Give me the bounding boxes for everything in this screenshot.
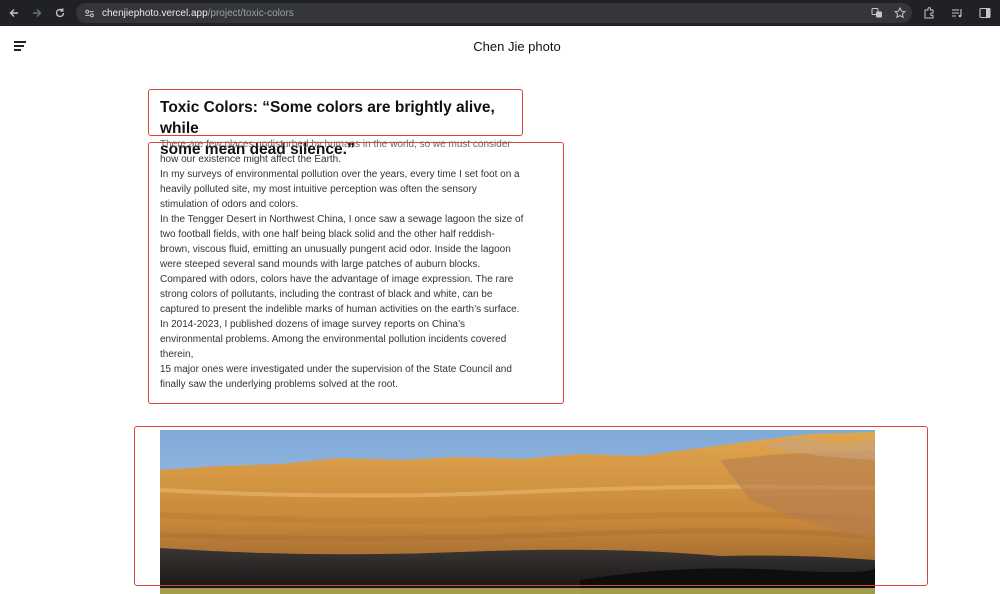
body-line: captured to present the indelible marks … xyxy=(160,304,520,315)
address-bar[interactable]: chenjiephoto.vercel.app/project/toxic-co… xyxy=(76,3,912,23)
extensions-icon[interactable] xyxy=(922,6,936,20)
body-line: stimulation of odors and colors. xyxy=(160,199,299,210)
forward-icon[interactable] xyxy=(28,4,46,22)
site-settings-icon[interactable] xyxy=(82,6,96,20)
body-line: environmental problems. Among the enviro… xyxy=(160,334,507,345)
article-body: There are few places undisturbed by huma… xyxy=(160,137,560,392)
body-line: In 2014-2023, I published dozens of imag… xyxy=(160,319,466,330)
body-line: were steeped several sand mounds with la… xyxy=(160,259,481,270)
translate-icon[interactable] xyxy=(870,6,883,19)
body-line: brown, viscous fluid, emitting an unusua… xyxy=(160,244,511,255)
url-text: chenjiephoto.vercel.app/project/toxic-co… xyxy=(102,8,294,19)
body-line: therein, xyxy=(160,349,194,360)
bookmark-star-icon[interactable] xyxy=(893,6,906,19)
body-line: Compared with odors, colors have the adv… xyxy=(160,274,514,285)
body-line: finally saw the underlying problems solv… xyxy=(160,379,398,390)
url-host: chenjiephoto.vercel.app xyxy=(102,7,208,19)
body-line: In the Tengger Desert in Northwest China… xyxy=(160,214,524,225)
body-line: two football fields, with one half being… xyxy=(160,229,495,240)
site-title[interactable]: Chen Jie photo xyxy=(0,39,1000,54)
reload-icon[interactable] xyxy=(51,4,69,22)
cliff-photo xyxy=(160,430,875,594)
media-icon[interactable] xyxy=(950,6,964,20)
body-line: how our existence might affect the Earth… xyxy=(160,154,342,165)
article-title-line-1: Toxic Colors: “Some colors are brightly … xyxy=(160,99,495,137)
body-line: There are few places undisturbed by huma… xyxy=(160,139,511,150)
body-line: strong colors of pollutants, including t… xyxy=(160,289,493,300)
body-line: heavily polluted site, my most intuitive… xyxy=(160,184,477,195)
url-path: /project/toxic-colors xyxy=(207,7,294,19)
browser-toolbar: chenjiephoto.vercel.app/project/toxic-co… xyxy=(0,0,1000,26)
body-line: In my surveys of environmental pollution… xyxy=(160,169,520,180)
body-line: 15 major ones were investigated under th… xyxy=(160,364,512,375)
back-icon[interactable] xyxy=(5,4,23,22)
sidebar-icon[interactable] xyxy=(978,6,992,20)
